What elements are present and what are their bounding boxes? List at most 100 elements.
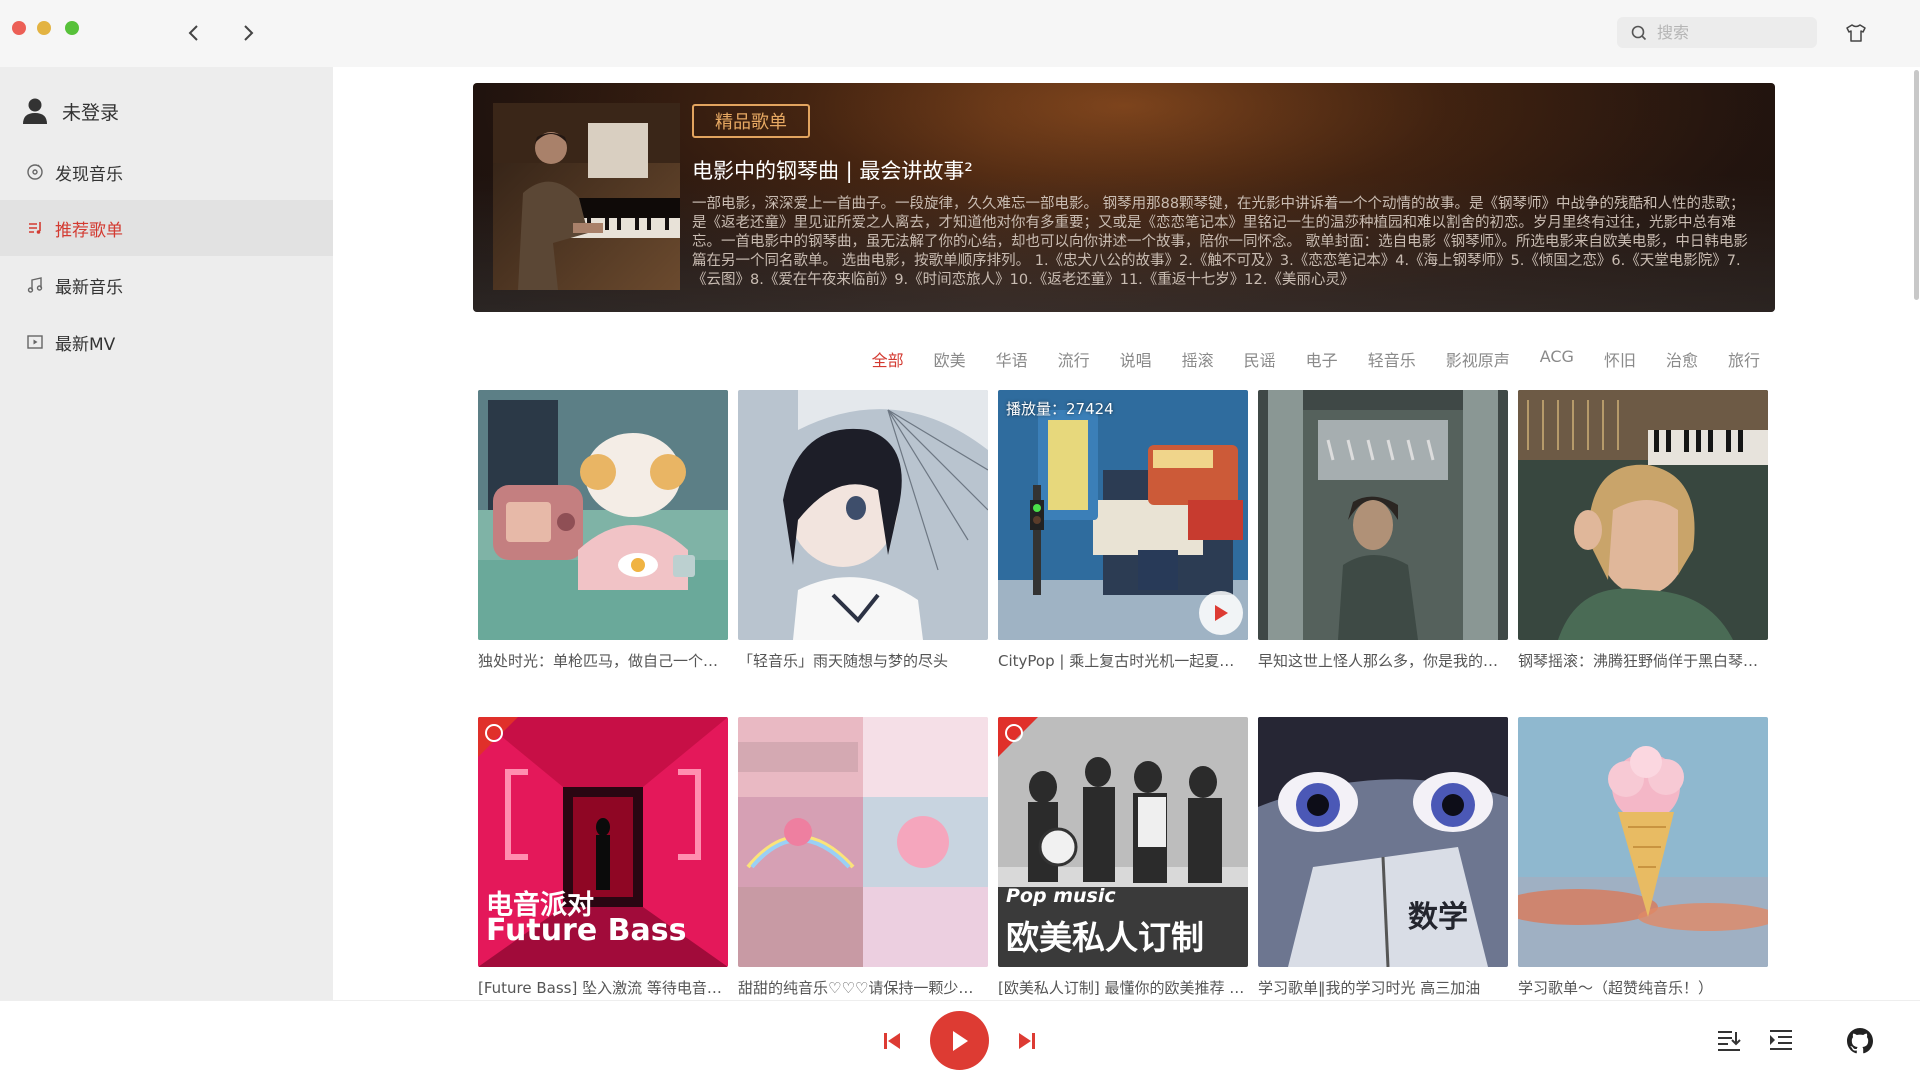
playlist-title[interactable]: 「轻音乐」雨天随想与梦的尽头 [738,650,988,671]
disc-icon [25,163,45,181]
sidebar-item-label: 最新MV [55,334,116,355]
quality-playlist-tag[interactable]: 精品歌单 [692,104,810,138]
banner-title[interactable]: 电影中的钢琴曲 | 最会讲故事² [692,155,973,185]
playlist-cover[interactable] [1518,390,1768,640]
tab-light-music[interactable]: 轻音乐 [1368,347,1416,371]
tab-soundtrack[interactable]: 影视原声 [1446,347,1510,371]
chevron-right-icon [244,25,254,41]
cover-overlay-subtitle: 欧美私人订制 [1006,918,1204,957]
cover-overlay-subtitle: Future Bass [486,913,687,948]
play-count: 播放量：27424 [1006,400,1114,418]
sidebar-item-playlists[interactable]: 推荐歌单 [0,200,333,256]
netease-logo-icon [478,717,518,757]
playlist-card[interactable]: 甜甜的纯音乐♡♡♡请保持一颗少女心 [738,717,988,998]
playlist-title[interactable]: CityPop | 乘上复古时光机一起夏日兜风 [998,650,1248,671]
playlist-cover[interactable]: 数学 [1258,717,1508,967]
search-icon [1631,25,1647,40]
playlist-card[interactable]: 电音派对 Future Bass [Future Bass] 坠入激流 等待电音… [478,717,728,998]
sidebar-item-new-music[interactable]: 最新音乐 [0,257,333,313]
playlist-title[interactable]: 学习歌单‖我的学习时光 高三加油 [1258,977,1508,998]
playlist-cover[interactable] [1258,390,1508,640]
back-button[interactable] [181,20,207,46]
video-icon [25,333,45,351]
previous-track-button[interactable] [881,1030,903,1052]
playlist-cover[interactable] [478,390,728,640]
playlist-card[interactable]: 独处时光：单枪匹马，做自己一个人的英雄 [478,390,728,671]
playlist-card[interactable]: 数学 学习歌单‖我的学习时光 高三加油 [1258,717,1508,998]
search-input[interactable] [1655,22,1809,43]
playlist-cover[interactable]: 电音派对 Future Bass [478,717,728,967]
playlist-cover[interactable] [1518,717,1768,967]
play-pause-button[interactable] [930,1011,989,1070]
tab-healing[interactable]: 治愈 [1666,347,1698,371]
playlist-cover[interactable] [738,390,988,640]
tab-travel[interactable]: 旅行 [1728,347,1760,371]
indent-list-icon [1770,1030,1792,1050]
netease-logo-icon [998,717,1038,757]
user-icon [23,98,47,124]
tab-acg[interactable]: ACG [1540,347,1574,371]
music-note-icon [25,276,45,294]
playlist-icon [25,219,45,237]
tshirt-icon [1846,24,1866,42]
user-name: 未登录 [62,101,120,124]
playlist-title[interactable]: 早知这世上怪人那么多，你是我的最爱 [1258,650,1508,671]
playlist-card[interactable]: 早知这世上怪人那么多，你是我的最爱 [1258,390,1508,671]
sidebar-item-new-mv[interactable]: 最新MV [0,314,333,370]
user-login[interactable]: 未登录 [22,91,119,131]
playlist-title[interactable]: [欧美私人订制] 最懂你的欧美推荐 每日更新 [998,977,1248,998]
player-bar [0,1000,1920,1081]
sidebar-item-label: 最新音乐 [55,277,123,298]
playlist-queue-button[interactable] [1716,1028,1742,1052]
minimize-window-button[interactable] [37,21,51,35]
skip-previous-icon [884,1033,900,1049]
featured-playlist-banner[interactable]: 精品歌单 电影中的钢琴曲 | 最会讲故事² 一部电影，深深爱上一首曲子。一段旋律… [473,83,1775,312]
maximize-window-button[interactable] [65,21,79,35]
tab-western[interactable]: 欧美 [934,347,966,371]
tab-electronic[interactable]: 电子 [1306,347,1338,371]
cover-overlay-title: 数学 [1408,900,1468,935]
playlist-card[interactable]: 学习歌单～（超赞纯音乐！） [1518,717,1768,998]
playlist-title[interactable]: 独处时光：单枪匹马，做自己一个人的英雄 [478,650,728,671]
playlist-card[interactable]: 「轻音乐」雨天随想与梦的尽头 [738,390,988,671]
search-box[interactable] [1617,17,1817,48]
close-window-button[interactable] [12,21,26,35]
playlist-title[interactable]: 学习歌单～（超赞纯音乐！） [1518,977,1768,998]
next-track-button[interactable] [1016,1030,1038,1052]
sidebar-item-label: 发现音乐 [55,164,123,185]
playlist-cover[interactable]: Pop music 欧美私人订制 [998,717,1248,967]
banner-description: 一部电影，深深爱上一首曲子。一段旋律，久久难忘一部电影。 钢琴用那88颗琴键，在… [692,196,1748,288]
playlist-card[interactable]: 钢琴摇滚：沸腾狂野倘佯于黑白琴键之间 [1518,390,1768,671]
scrollbar-thumb[interactable] [1914,70,1919,300]
forward-button[interactable] [235,20,261,46]
chevron-left-icon [188,25,198,41]
scrollbar[interactable] [1912,67,1920,1000]
category-tabs: 全部 欧美 华语 流行 说唱 摇滚 民谣 电子 轻音乐 影视原声 ACG 怀旧 … [842,347,1760,371]
skip-next-icon [1019,1033,1035,1049]
playlist-title[interactable]: [Future Bass] 坠入激流 等待电音浪潮 [478,977,728,998]
playlist-card[interactable]: 播放量：27424 CityPop | 乘上复古时光机一起夏日兜风 [998,390,1248,671]
skin-button[interactable] [1843,20,1869,46]
playlist-cover[interactable] [738,717,988,967]
github-link[interactable] [1846,1027,1874,1055]
sidebar-item-label: 推荐歌单 [55,220,123,241]
tab-pop[interactable]: 流行 [1058,347,1090,371]
github-icon [1847,1028,1873,1054]
tab-folk[interactable]: 民谣 [1244,347,1276,371]
sidebar-item-discover[interactable]: 发现音乐 [0,144,333,200]
cover-overlay-title: Pop music [1006,885,1116,907]
sidebar: 未登录 发现音乐 推荐歌单 最新音乐 最新MV [0,67,333,1000]
lyrics-list-button[interactable] [1768,1028,1794,1052]
play-icon [952,1030,968,1051]
tab-rock[interactable]: 摇滚 [1182,347,1214,371]
playlist-title[interactable]: 甜甜的纯音乐♡♡♡请保持一颗少女心 [738,977,988,998]
banner-cover-image[interactable] [493,103,680,290]
playlist-card[interactable]: Pop music 欧美私人订制 [欧美私人订制] 最懂你的欧美推荐 每日更新 [998,717,1248,998]
tab-chinese[interactable]: 华语 [996,347,1028,371]
tab-rap[interactable]: 说唱 [1120,347,1152,371]
play-button[interactable] [1199,591,1243,635]
tab-all[interactable]: 全部 [872,347,904,371]
playlist-title[interactable]: 钢琴摇滚：沸腾狂野倘佯于黑白琴键之间 [1518,650,1768,671]
playlist-cover[interactable]: 播放量：27424 [998,390,1248,640]
tab-nostalgia[interactable]: 怀旧 [1604,347,1636,371]
